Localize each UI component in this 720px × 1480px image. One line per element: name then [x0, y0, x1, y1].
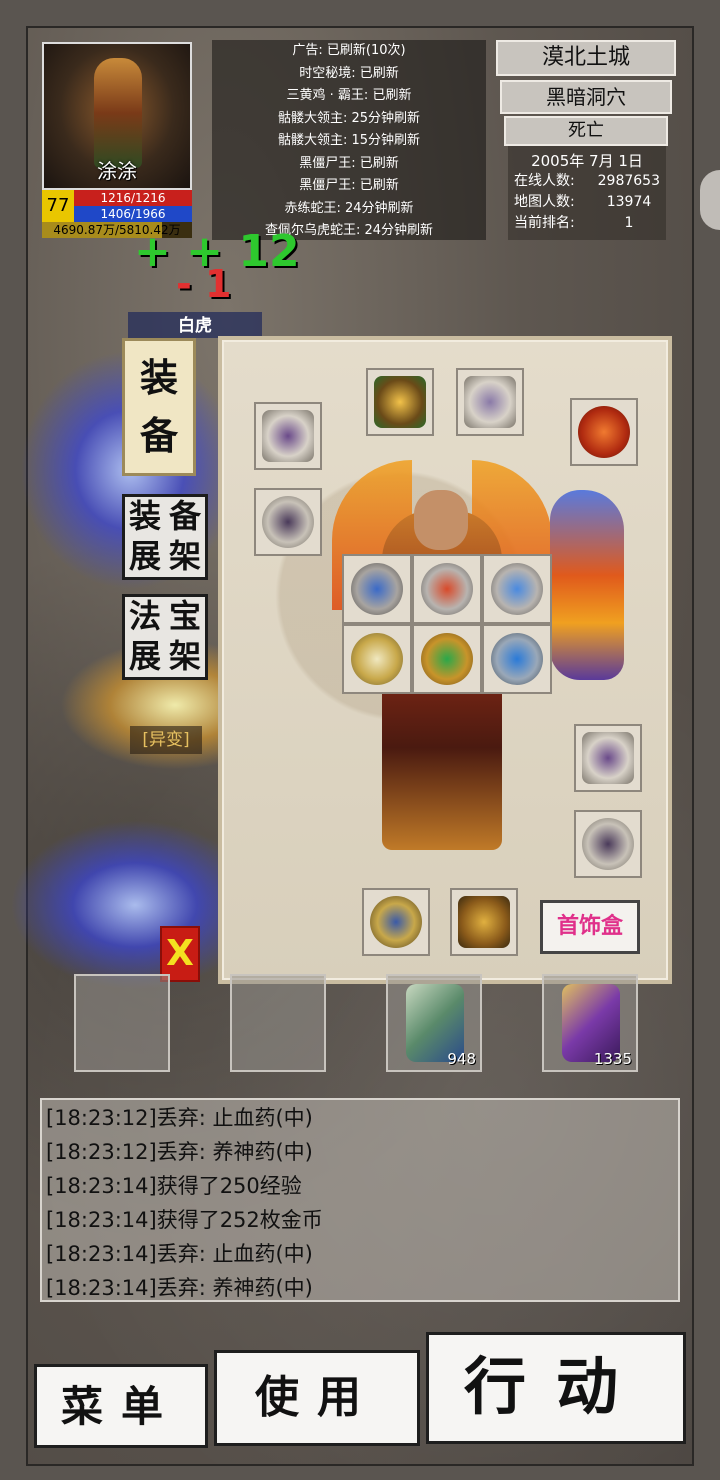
rank-label: 当前排名:: [514, 215, 575, 231]
notice-item: 赤练蛇王: 24分钟刷新: [284, 200, 414, 216]
notice-item: 广告: 已刷新(10次): [292, 43, 406, 58]
ring-slot[interactable]: [482, 554, 552, 624]
mp-bar: 1406/1966: [74, 206, 192, 222]
notice-item: 时空秘境: 已刷新: [299, 65, 399, 81]
notice-item: 黑僵尸王: 已刷新: [299, 155, 399, 171]
edge-drawer-handle[interactable]: [700, 170, 720, 230]
ring-slot[interactable]: [342, 554, 412, 624]
damage-number: - 1: [176, 262, 232, 306]
boss-refresh-list: 广告: 已刷新(10次) 时空秘境: 已刷新 三黄鸡 · 霸王: 已刷新 骷髅大…: [212, 40, 486, 240]
tab-char: 架: [168, 637, 201, 675]
region-name: 漠北土城: [496, 40, 676, 76]
quick-slot-count: 948: [447, 1050, 476, 1068]
bracelet-icon: [262, 410, 314, 462]
helmet-slot[interactable]: [366, 368, 434, 436]
map-count-value: 13974: [606, 194, 652, 210]
pet-name-label: 白虎: [128, 312, 262, 338]
belt-icon: [370, 896, 422, 948]
tab-treasure-rack[interactable]: 法 宝 展 架: [122, 594, 208, 680]
orb-icon: [578, 406, 630, 458]
tab-char: 宝: [168, 597, 201, 635]
menu-button[interactable]: 菜单: [34, 1364, 208, 1448]
message-log[interactable]: [18:23:12]丢弃: 止血药(中) [18:23:12]丢弃: 养神药(中…: [40, 1098, 680, 1302]
use-button[interactable]: 使用: [214, 1350, 420, 1446]
quick-slot-2[interactable]: [230, 974, 326, 1072]
tab-equipment[interactable]: 装 备: [122, 338, 196, 476]
hero-head: [414, 490, 468, 550]
ring-icon: [421, 563, 473, 615]
map-name: 黑暗洞穴: [500, 80, 672, 114]
tab-char: 架: [168, 537, 201, 575]
player-avatar[interactable]: 涂涂: [42, 42, 192, 190]
ring-slot[interactable]: [342, 624, 412, 694]
jewelry-box-button[interactable]: 首饰盒: [540, 900, 640, 954]
tab-char: 备: [168, 497, 201, 535]
ring-grid: [342, 554, 552, 694]
ring-slot[interactable]: [482, 624, 552, 694]
necklace-icon: [464, 376, 516, 428]
log-entry: [18:23:12]丢弃: 养神药(中): [46, 1140, 313, 1164]
hp-bar: 1216/1216: [74, 190, 192, 206]
ring-icon: [351, 633, 403, 685]
tab-equipment-char: 备: [139, 414, 178, 458]
tab-equipment-rack[interactable]: 装 备 展 架: [122, 494, 208, 580]
ring-icon: [351, 563, 403, 615]
bracelet-left-slot[interactable]: [254, 402, 322, 470]
map-count-label: 地图人数:: [514, 194, 575, 210]
tab-char: 法: [128, 597, 161, 635]
online-count-value: 2987653: [597, 173, 660, 189]
log-entry: [18:23:14]丢弃: 养神药(中): [46, 1276, 313, 1300]
server-info: 2005年 7月 1日 在线人数: 2987653 地图人数: 13974 当前…: [508, 146, 666, 240]
helmet-icon: [374, 376, 426, 428]
ring-right-slot[interactable]: [574, 810, 642, 878]
boots-icon: [458, 896, 510, 948]
game-date: 2005年 7月 1日: [531, 152, 643, 170]
ring-icon: [491, 633, 543, 685]
equipment-panel: 首饰盒: [218, 336, 672, 984]
tab-char: 展: [128, 637, 161, 675]
log-entry: [18:23:14]获得了250经验: [46, 1174, 302, 1198]
log-entry: [18:23:12]丢弃: 止血药(中): [46, 1106, 313, 1130]
notice-item: 骷髅大领主: 15分钟刷新: [277, 133, 421, 148]
action-button[interactable]: 行动: [426, 1332, 686, 1444]
ring-icon: [582, 818, 634, 870]
online-count-label: 在线人数:: [514, 173, 575, 189]
player-name: 涂涂: [97, 159, 137, 183]
boots-slot[interactable]: [450, 888, 518, 956]
notice-item: 黑僵尸王: 已刷新: [299, 178, 399, 193]
tab-char: 装: [128, 497, 161, 535]
ring-slot[interactable]: [412, 554, 482, 624]
bracelet-right-slot[interactable]: [574, 724, 642, 792]
quick-slot-4[interactable]: 1335: [542, 974, 638, 1072]
player-level: 77: [42, 190, 74, 222]
bracelet-icon: [582, 732, 634, 784]
quick-slot-3[interactable]: 948: [386, 974, 482, 1072]
weapon-icon[interactable]: [550, 490, 624, 680]
online-count-row: 在线人数: 2987653: [508, 171, 666, 192]
mutation-label: [异变]: [130, 726, 202, 754]
rank-row: 当前排名: 1: [508, 213, 666, 234]
player-status: 死亡: [504, 116, 668, 146]
ring-icon: [421, 633, 473, 685]
quick-slot-1[interactable]: [74, 974, 170, 1072]
quick-slot-count: 1335: [593, 1050, 632, 1068]
notice-item: 骷髅大领主: 25分钟刷新: [277, 110, 421, 126]
log-entry: [18:23:14]获得了252枚金币: [46, 1208, 323, 1232]
ring-icon: [262, 496, 314, 548]
tab-char: 展: [128, 537, 161, 575]
log-entry: [18:23:14]丢弃: 止血药(中): [46, 1242, 313, 1266]
tab-equipment-char: 装: [139, 356, 178, 400]
rank-value: 1: [624, 215, 634, 231]
ring-icon: [491, 563, 543, 615]
ring-slot[interactable]: [412, 624, 482, 694]
map-count-row: 地图人数: 13974: [508, 192, 666, 213]
medal-slot[interactable]: [570, 398, 638, 466]
notice-item: 三黄鸡 · 霸王: 已刷新: [286, 88, 412, 103]
avatar-figure: [94, 58, 142, 168]
belt-slot[interactable]: [362, 888, 430, 956]
necklace-slot[interactable]: [456, 368, 524, 436]
ring-left-slot[interactable]: [254, 488, 322, 556]
